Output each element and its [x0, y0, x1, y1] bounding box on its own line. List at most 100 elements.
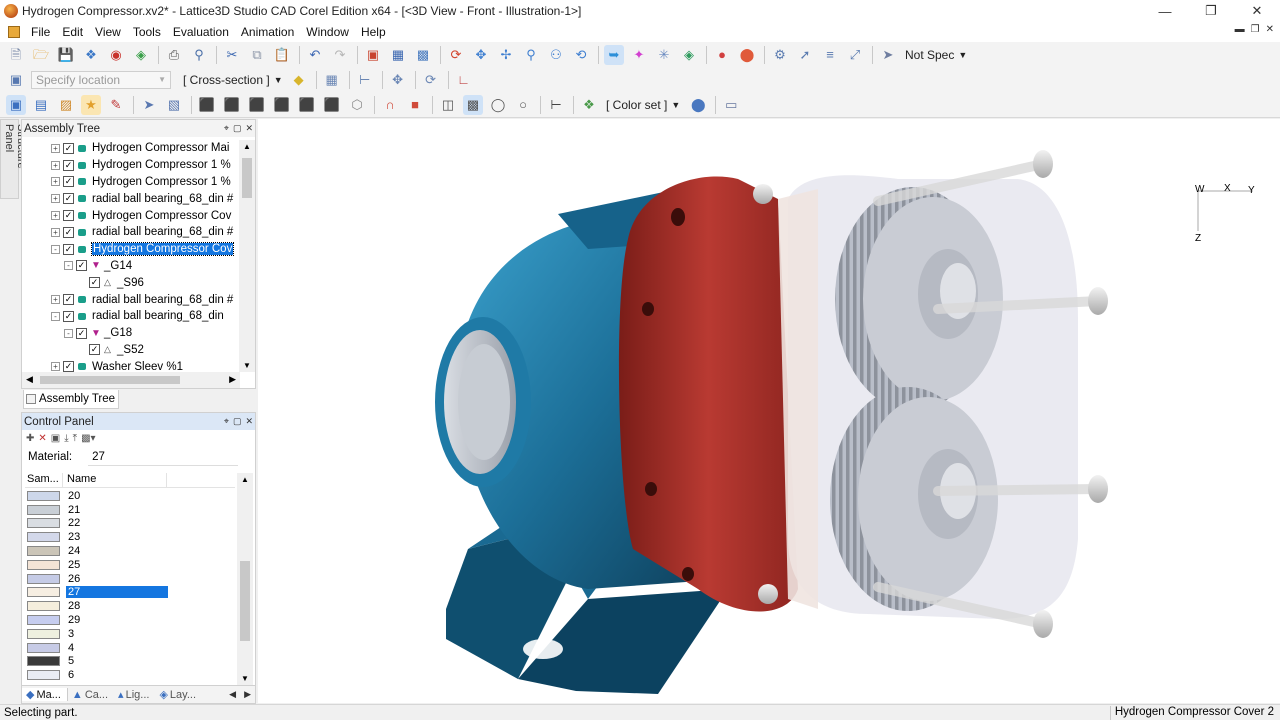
import-icon[interactable]: ⤓ — [64, 433, 68, 444]
expand-icon[interactable]: + — [51, 362, 60, 372]
sphere-red-icon[interactable]: ⬤ — [737, 45, 757, 65]
frame-icon[interactable]: ▣ — [363, 45, 383, 65]
rotate-view-icon[interactable]: ⟳ — [446, 45, 466, 65]
visibility-checkbox[interactable]: ✓ — [76, 260, 87, 272]
line-style-icon[interactable]: ⊢ — [546, 95, 566, 115]
copy-icon[interactable]: ⧉ — [247, 45, 267, 65]
document-icon[interactable] — [8, 26, 20, 38]
doc-minimize-icon[interactable]: ▬ — [1235, 24, 1245, 35]
visibility-checkbox[interactable]: ✓ — [63, 193, 74, 205]
collapse-icon[interactable]: - — [64, 328, 73, 338]
view-options-icon[interactable]: ▩▾ — [81, 433, 95, 444]
collapse-icon[interactable]: - — [51, 311, 60, 321]
tree-item[interactable]: - ✓ ▼ _G14 — [22, 258, 240, 275]
render-mode-icon[interactable]: ➤ — [878, 45, 898, 65]
expand-icon[interactable]: + — [51, 143, 60, 153]
menu-edit[interactable]: Edit — [56, 25, 89, 39]
paste-icon[interactable]: 📋 — [272, 45, 292, 65]
explode-icon[interactable]: ✳ — [654, 45, 674, 65]
visibility-checkbox[interactable]: ✓ — [89, 277, 100, 289]
collapse-icon[interactable]: - — [64, 261, 73, 271]
add-icon[interactable]: ✚ — [26, 433, 34, 444]
tree-item[interactable]: - ✓ radial ball bearing_68_din — [22, 308, 240, 325]
magnet-icon[interactable]: ∩ — [380, 95, 400, 115]
tab-cameras[interactable]: ▲ Ca... — [68, 689, 114, 701]
cube-left-icon[interactable]: ⬛ — [247, 95, 267, 115]
section-plane-icon[interactable]: ◆ — [289, 70, 309, 90]
scroll-left-icon[interactable]: ◀ — [26, 374, 33, 385]
tree-item[interactable]: + ✓ Hydrogen Compressor 1 % — [22, 174, 240, 191]
red-intermediate-plate[interactable] — [618, 176, 798, 612]
fit-icon[interactable]: ▩ — [413, 45, 433, 65]
save-icon[interactable]: 💾 — [56, 45, 76, 65]
tree-item[interactable]: ✓ △ _S96 — [22, 274, 240, 291]
select-icon[interactable]: ➥ — [604, 44, 624, 65]
move-icon[interactable]: ✢ — [496, 45, 516, 65]
tree-item[interactable]: ✓ △ _S52 — [22, 342, 240, 359]
menu-view[interactable]: View — [89, 25, 127, 39]
material-list-item[interactable]: 29 — [25, 613, 235, 627]
material-list-item[interactable]: 3 — [25, 627, 235, 641]
visibility-checkbox[interactable]: ✓ — [63, 361, 74, 372]
scroll-thumb[interactable] — [242, 158, 252, 198]
material-list-item[interactable]: 24 — [25, 544, 235, 558]
tree-item[interactable]: + ✓ Hydrogen Compressor 1 % — [22, 157, 240, 174]
transform-axes-icon[interactable]: ✥ — [388, 70, 408, 90]
pan-icon[interactable]: ✥ — [471, 45, 491, 65]
menu-tools[interactable]: Tools — [127, 25, 167, 39]
scroll-down-icon[interactable]: ▼ — [241, 674, 249, 683]
scale-icon[interactable]: ⤢ — [845, 45, 865, 65]
material-list-item[interactable]: 27 — [25, 586, 235, 600]
visibility-checkbox[interactable]: ✓ — [63, 210, 74, 222]
camera-icon[interactable]: ▣ — [6, 70, 26, 90]
close-button[interactable]: ✕ — [1234, 0, 1280, 22]
column-name[interactable]: Name — [63, 473, 167, 487]
collapse-icon[interactable]: - — [51, 244, 60, 254]
cube-iso-icon[interactable]: ⬡ — [347, 95, 367, 115]
material-list-item[interactable]: 20 — [25, 489, 235, 503]
location-input[interactable]: Specify location ▼ — [31, 70, 171, 89]
distribute-icon[interactable]: ≡ — [820, 45, 840, 65]
material-list-item[interactable]: 28 — [25, 599, 235, 613]
pin-panel-icon[interactable]: ⌖ — [224, 123, 229, 134]
undo-icon[interactable]: ↶ — [305, 45, 325, 65]
tab-prev-icon[interactable]: ◀ — [229, 689, 236, 700]
align-icon[interactable]: ➚ — [795, 45, 815, 65]
edit-view-icon[interactable]: ✎ — [106, 95, 126, 115]
redo-icon[interactable]: ↷ — [330, 45, 350, 65]
color-set-dropdown[interactable]: [ Color set ] ▼ — [606, 98, 680, 112]
tree-item[interactable]: + ✓ radial ball bearing_68_din # — [22, 224, 240, 241]
expand-icon[interactable]: + — [51, 211, 60, 221]
zoom-frame-icon[interactable]: ▦ — [388, 45, 408, 65]
sphere-icon[interactable]: ⬤ — [688, 95, 708, 115]
print-icon[interactable]: ⎙ — [164, 45, 184, 65]
scroll-up-icon[interactable]: ▲ — [241, 475, 249, 484]
scroll-down-icon[interactable]: ▼ — [243, 361, 251, 370]
expand-icon[interactable]: + — [51, 160, 60, 170]
tree-item[interactable]: - ✓ ▼ _G18 — [22, 325, 240, 342]
technical-view-icon[interactable]: ▤ — [31, 95, 51, 115]
new-file-icon[interactable]: 🗎 — [6, 45, 26, 65]
cylinder-icon[interactable]: ◯ — [488, 95, 508, 115]
expand-icon[interactable]: + — [51, 177, 60, 187]
material-field[interactable]: 27 — [88, 449, 239, 466]
visibility-checkbox[interactable]: ✓ — [63, 226, 74, 238]
copy-icon[interactable]: ▣ — [51, 433, 60, 444]
eraser-icon[interactable]: ■ — [405, 95, 425, 115]
tree-horizontal-scrollbar[interactable]: ◀ ▶ — [22, 372, 240, 388]
float-panel-icon[interactable]: ▢ — [233, 416, 242, 427]
print-preview-icon[interactable]: ⚲ — [189, 45, 209, 65]
cut-icon[interactable]: ✂ — [222, 45, 242, 65]
transparency-icon[interactable]: ○ — [513, 95, 533, 115]
menu-evaluation[interactable]: Evaluation — [167, 25, 235, 39]
doc-close-icon[interactable]: ✕ — [1266, 24, 1274, 35]
mesh-icon[interactable]: ▧ — [164, 95, 184, 115]
tab-materials[interactable]: ◆ Ma... — [22, 688, 68, 701]
visibility-checkbox[interactable]: ✓ — [89, 344, 100, 356]
cube-back-icon[interactable]: ⬛ — [222, 95, 242, 115]
tree-item[interactable]: - ✓ Hydrogen Compressor Cov — [22, 241, 240, 258]
material-list-item[interactable]: 26 — [25, 572, 235, 586]
menu-window[interactable]: Window — [300, 25, 355, 39]
tree-item[interactable]: + ✓ radial ball bearing_68_din # — [22, 291, 240, 308]
visibility-checkbox[interactable]: ✓ — [63, 159, 74, 171]
